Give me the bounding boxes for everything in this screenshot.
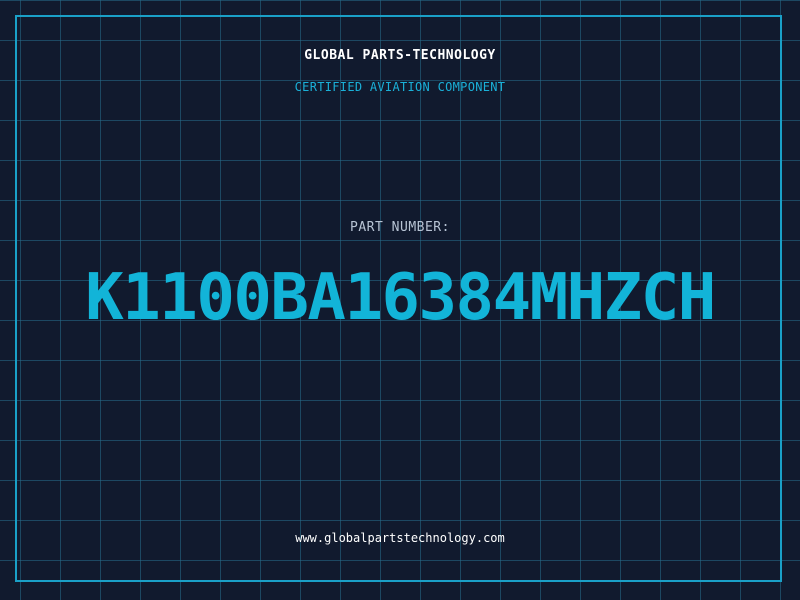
label-canvas: GLOBAL PARTS-TECHNOLOGY CERTIFIED AVIATI…: [0, 0, 800, 600]
part-number-label: PART NUMBER:: [350, 220, 450, 235]
company-name: GLOBAL PARTS-TECHNOLOGY: [304, 48, 496, 63]
part-number-value: K1100BA16384MHZCH: [85, 261, 716, 335]
website-url: www.globalpartstechnology.com: [295, 531, 505, 545]
certification-subtitle: CERTIFIED AVIATION COMPONENT: [294, 80, 506, 94]
